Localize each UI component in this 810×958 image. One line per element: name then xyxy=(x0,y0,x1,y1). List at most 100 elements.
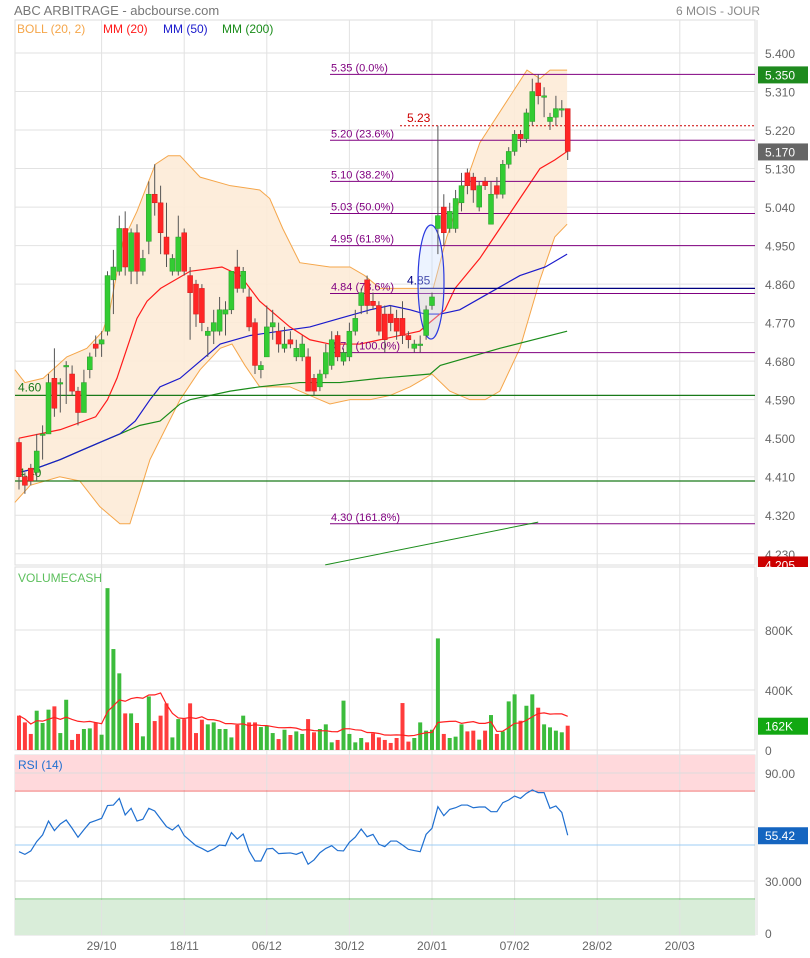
candle-body xyxy=(258,365,264,370)
price-tick-label: 4.590 xyxy=(765,394,795,408)
candle-body xyxy=(146,193,152,242)
volume-bar xyxy=(559,732,564,750)
volume-bar xyxy=(453,736,458,750)
volume-bar xyxy=(140,736,145,750)
volume-bar xyxy=(548,727,552,750)
volume-bar xyxy=(253,722,257,750)
candle-body xyxy=(234,266,241,289)
legend-mm50[interactable]: MM (50) xyxy=(163,22,208,36)
candle-body xyxy=(140,258,146,272)
volume-bar xyxy=(317,729,322,750)
volume-bar xyxy=(282,729,287,750)
volume-bar xyxy=(406,741,411,750)
candle-body xyxy=(92,343,99,349)
volume-bar xyxy=(158,715,163,750)
volume-bar xyxy=(347,733,352,750)
chart-title: ABC ARBITRAGE - abcbourse.com xyxy=(14,3,219,18)
rsi-title: RSI (14) xyxy=(18,758,63,772)
candle-body xyxy=(293,348,300,358)
volume-bar xyxy=(376,737,381,750)
volume-bar xyxy=(524,705,529,750)
volume-bar xyxy=(418,722,423,750)
volume-bar xyxy=(223,729,228,750)
candle-body xyxy=(305,356,311,392)
candle-body xyxy=(488,193,494,225)
legend-mm200[interactable]: MM (200) xyxy=(222,22,273,36)
highlight-ellipse[interactable] xyxy=(417,224,445,340)
volume-bar xyxy=(229,737,234,750)
volume-bar xyxy=(365,742,370,750)
candle-body xyxy=(323,352,329,375)
candle-body xyxy=(16,442,22,477)
period-label[interactable]: 6 MOIS - JOUR xyxy=(676,4,760,18)
candle-body xyxy=(228,271,235,311)
volume-bar xyxy=(93,722,98,750)
candle-body xyxy=(505,151,512,165)
legend-mm20[interactable]: MM (20) xyxy=(103,22,148,36)
candle-body xyxy=(411,343,418,349)
candle-body xyxy=(340,352,347,362)
legend-boll[interactable]: BOLL (20, 2) xyxy=(17,22,85,36)
candle-body xyxy=(435,215,441,229)
volume-bar xyxy=(530,694,535,750)
candle-body xyxy=(328,339,335,366)
candle-body xyxy=(452,198,459,229)
price-tick-label: 4.410 xyxy=(765,471,795,485)
candle-body xyxy=(181,232,187,272)
volume-bar xyxy=(99,734,104,750)
stock-chart: ABC ARBITRAGE - abcbourse.com 6 MOIS - J… xyxy=(14,3,810,953)
volume-bar xyxy=(70,739,75,750)
volume-bar xyxy=(117,673,122,750)
candle-body xyxy=(169,258,176,272)
volume-bar xyxy=(500,731,505,750)
candle-body xyxy=(553,108,559,118)
price-tick-label: 5.220 xyxy=(765,124,795,138)
fibonacci-label: 4.84 (78.6%) xyxy=(331,282,394,294)
volume-bar xyxy=(40,723,45,750)
candle-body xyxy=(269,322,276,328)
volume-bar xyxy=(34,710,39,750)
volume-bar xyxy=(105,588,110,750)
candle-body xyxy=(352,318,359,332)
volume-bar xyxy=(441,733,446,750)
volume-bar xyxy=(471,730,476,750)
price-tick-label: 5.310 xyxy=(765,86,795,100)
date-tick-label: 20/01 xyxy=(417,939,447,953)
volume-bar xyxy=(465,731,470,750)
date-tick-label: 06/12 xyxy=(252,939,282,953)
candle-body xyxy=(364,279,370,306)
candle-body xyxy=(205,330,211,336)
candle-body xyxy=(358,292,364,306)
price-badge: 5.350 xyxy=(765,68,795,82)
volume-bar xyxy=(382,739,387,750)
volume-bar xyxy=(52,706,57,750)
volume-bar xyxy=(323,724,328,750)
rsi-tick-label: 30.000 xyxy=(765,875,802,889)
fibonacci-label: 5.20 (23.6%) xyxy=(331,128,394,140)
volume-bar xyxy=(512,694,517,750)
volume-bar xyxy=(388,742,393,750)
volume-bar xyxy=(205,724,210,750)
candle-body xyxy=(511,134,518,152)
volume-bar xyxy=(276,739,281,750)
candle-body xyxy=(45,382,52,435)
candle-body xyxy=(393,318,400,332)
candle-body xyxy=(559,108,565,111)
volume-bar xyxy=(294,731,299,750)
volume-bar xyxy=(353,742,358,750)
candle-body xyxy=(134,232,140,272)
candle-body xyxy=(523,112,530,139)
volume-bar xyxy=(17,715,21,750)
candle-body xyxy=(264,326,270,358)
resistance-label: 5.23 xyxy=(407,111,431,125)
fibonacci-label: 4.95 (61.8%) xyxy=(331,234,394,246)
candle-body xyxy=(417,343,423,346)
volume-bar xyxy=(506,701,511,750)
volume-bar xyxy=(241,715,246,750)
candle-body xyxy=(222,309,229,315)
fibonacci-label: 5.10 (38.2%) xyxy=(331,169,394,181)
volume-bar xyxy=(300,733,305,750)
candle-body xyxy=(98,339,105,345)
volume-bar xyxy=(152,721,157,750)
date-tick-label: 20/03 xyxy=(665,939,695,953)
